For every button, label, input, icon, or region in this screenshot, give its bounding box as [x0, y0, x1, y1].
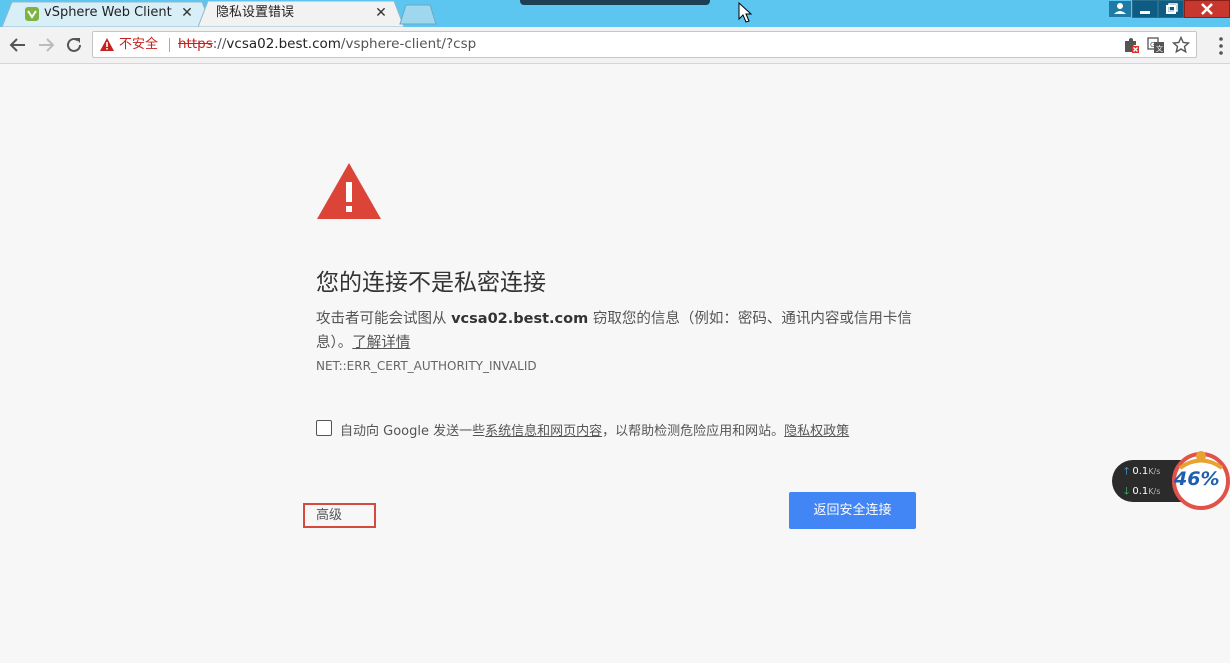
menu-dots-icon[interactable]	[1218, 36, 1224, 56]
vsphere-icon	[24, 6, 40, 22]
svg-text:文: 文	[1156, 44, 1163, 53]
report-checkbox[interactable]	[316, 420, 332, 436]
percent-label: 46%	[1174, 468, 1220, 490]
close-tab-icon[interactable]: ✕	[180, 6, 194, 20]
upload-speed: 🡑 0.1K/s	[1124, 464, 1160, 481]
mouse-cursor-icon	[738, 2, 753, 23]
warning-icon	[100, 38, 114, 51]
report-text: 自动向 Google 发送一些系统信息和网页内容，以帮助检测危险应用和网站。隐私…	[340, 420, 849, 439]
upload-arrow-icon: 🡑	[1124, 466, 1130, 477]
back-to-safety-button[interactable]: 返回安全连接	[789, 492, 916, 529]
window-controls	[1108, 0, 1230, 18]
user-icon[interactable]	[1108, 0, 1132, 18]
bookmark-star-icon[interactable]	[1172, 36, 1190, 54]
restore-icon[interactable]	[1158, 0, 1184, 18]
report-middle: ，以帮助检测危险应用和网站。	[602, 424, 785, 439]
body-host: vcsa02.best.com	[451, 311, 589, 327]
tab-label: vSphere Web Client	[44, 5, 172, 20]
error-description: 攻击者可能会试图从 vcsa02.best.com 窃取您的信息（例如：密码、通…	[316, 307, 916, 355]
security-label[interactable]: 不安全	[119, 32, 158, 57]
upload-value: 0.1	[1132, 466, 1149, 477]
back-arrow-icon[interactable]	[7, 34, 29, 56]
system-info-link[interactable]: 系统信息和网页内容	[485, 424, 602, 439]
tab-privacy-error[interactable]: 隐私设置错误 ✕	[198, 1, 404, 27]
url-path: /vsphere-client/?csp	[340, 36, 477, 52]
report-prefix: 自动向 Google 发送一些	[340, 424, 486, 439]
upload-unit: K/s	[1148, 467, 1161, 476]
window-overlay	[520, 0, 710, 5]
url-scheme: https	[178, 36, 213, 52]
close-tab-icon[interactable]: ✕	[374, 6, 388, 20]
url-text[interactable]: https://vcsa02.best.com/vsphere-client/?…	[178, 32, 476, 57]
url-host: vcsa02.best.com	[226, 36, 341, 52]
svg-text:G: G	[1150, 41, 1155, 49]
tab-label: 隐私设置错误	[216, 5, 295, 20]
reload-icon[interactable]	[63, 34, 85, 56]
privacy-error-page: 您的连接不是私密连接 攻击者可能会试图从 vcsa02.best.com 窃取您…	[0, 64, 1230, 663]
download-unit: K/s	[1148, 487, 1161, 496]
advanced-button[interactable]: 高级	[316, 504, 342, 523]
error-code: NET::ERR_CERT_AUTHORITY_INVALID	[316, 359, 537, 373]
translate-icon[interactable]: G 文	[1147, 36, 1165, 54]
body-prefix: 攻击者可能会试图从	[316, 311, 452, 327]
download-arrow-icon: 🡓	[1124, 486, 1130, 497]
minimize-icon[interactable]	[1132, 0, 1158, 18]
forward-arrow-icon[interactable]	[35, 34, 57, 56]
download-value: 0.1	[1132, 486, 1149, 497]
download-speed: 🡓 0.1K/s	[1124, 484, 1160, 501]
privacy-policy-link[interactable]: 隐私权政策	[784, 424, 849, 439]
tab-vsphere[interactable]: vSphere Web Client ✕	[2, 1, 212, 27]
learn-more-link[interactable]: 了解详情	[352, 335, 410, 351]
address-bar[interactable]: 不安全 https://vcsa02.best.com/vsphere-clie…	[92, 31, 1197, 58]
divider	[169, 38, 170, 52]
alert-triangle-icon	[317, 163, 381, 219]
browser-toolbar: 不安全 https://vcsa02.best.com/vsphere-clie…	[0, 27, 1230, 64]
extension-blocked-icon[interactable]	[1122, 36, 1140, 54]
close-window-icon[interactable]	[1184, 0, 1230, 18]
title-bar: vSphere Web Client ✕ 隐私设置错误 ✕	[0, 0, 1230, 27]
page-title: 您的连接不是私密连接	[316, 270, 546, 296]
new-tab-button[interactable]	[398, 3, 438, 25]
